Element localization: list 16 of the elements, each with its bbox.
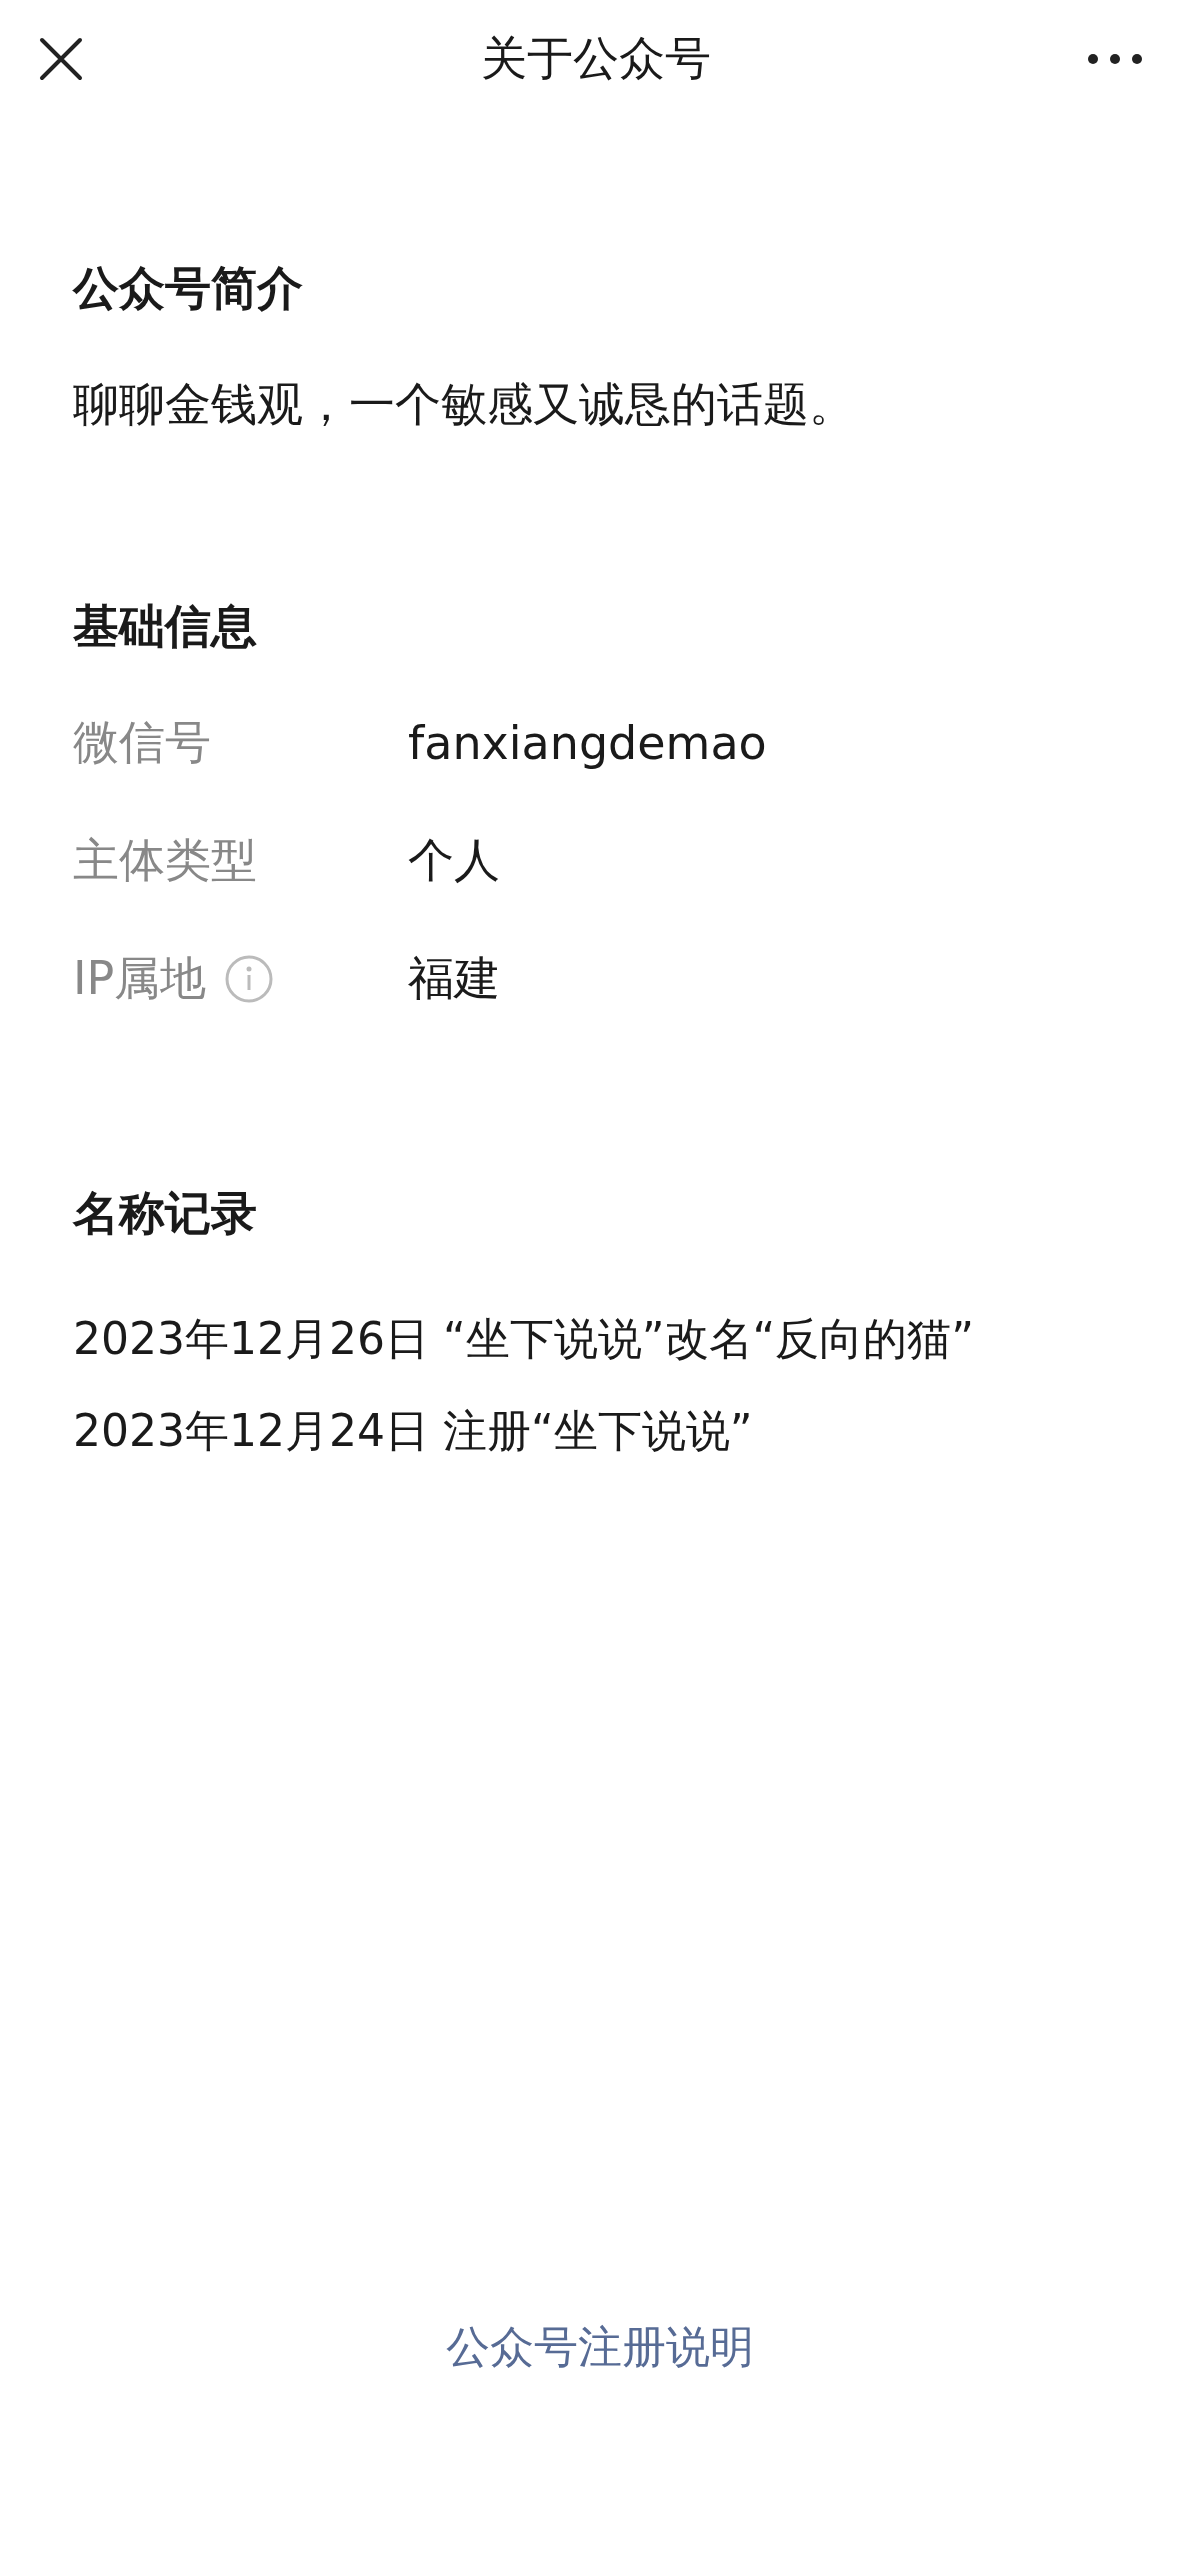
field-value: fanxiangdemao bbox=[408, 716, 767, 770]
registration-link[interactable]: 公众号注册说明 bbox=[445, 2321, 754, 2372]
section-heading: 公众号简介 bbox=[73, 260, 304, 317]
more-icon[interactable] bbox=[1087, 53, 1143, 65]
name-record: 2023年12月26日 “坐下说说”改名“反向的猫” bbox=[73, 1312, 976, 1366]
intro-text: 聊聊金钱观，一个敏感又诚恳的话题。 bbox=[73, 376, 856, 433]
section-heading: 基础信息 bbox=[73, 598, 258, 655]
page-title: 关于公众号 bbox=[481, 30, 711, 87]
field-value: 个人 bbox=[408, 832, 500, 889]
name-record: 2023年12月24日 注册“坐下说说” bbox=[73, 1404, 754, 1458]
section-heading: 名称记录 bbox=[73, 1185, 258, 1242]
field-label: IP属地 bbox=[73, 950, 207, 1007]
field-value: 福建 bbox=[408, 950, 500, 1007]
field-label: 主体类型 bbox=[73, 832, 257, 889]
field-label: 微信号 bbox=[73, 714, 211, 771]
close-icon[interactable] bbox=[39, 37, 83, 81]
